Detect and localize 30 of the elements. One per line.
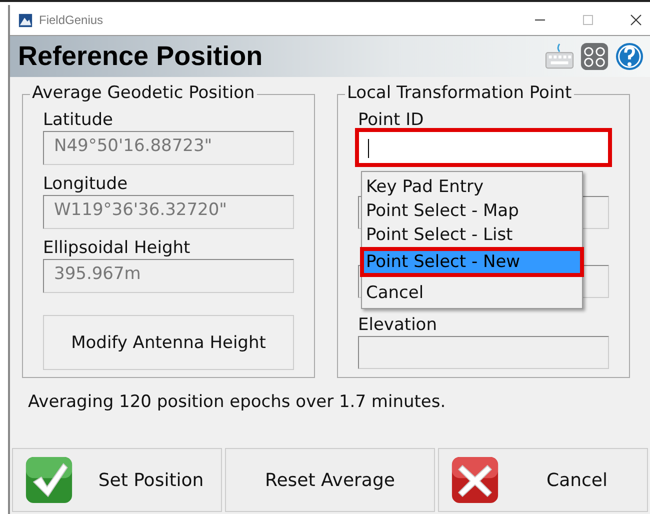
window-title: FieldGenius: [39, 13, 104, 27]
field-label: Point ID: [358, 109, 425, 131]
menu-item[interactable]: Point Select - New: [360, 247, 584, 277]
modify-antenna-button[interactable]: Modify Antenna Height: [43, 315, 294, 370]
input-field[interactable]: 395.967m: [43, 259, 294, 293]
menu-item[interactable]: Cancel: [364, 281, 580, 305]
field-label: Elevation: [358, 314, 438, 336]
status-text: Averaging 120 position epochs over 1.7 minutes.: [28, 392, 447, 412]
action-button[interactable]: Set Position: [12, 448, 222, 512]
field-label: Latitude: [43, 109, 114, 131]
group-title: Average Geodetic Position: [30, 83, 257, 103]
menu-item[interactable]: Key Pad Entry: [364, 175, 580, 199]
help-icon[interactable]: [615, 42, 644, 71]
page-title: Reference Position: [18, 41, 263, 72]
menu-item[interactable]: Point Select - List: [364, 223, 580, 247]
field-label: Longitude: [43, 173, 129, 195]
input-field[interactable]: N49°50'16.88723": [43, 131, 294, 165]
checkmark-icon: [25, 456, 73, 504]
field-label: Ellipsoidal Height: [43, 237, 192, 259]
calculator-icon[interactable]: [580, 42, 609, 71]
input-field[interactable]: [358, 336, 609, 369]
action-button[interactable]: Cancel: [438, 448, 648, 512]
input-field[interactable]: [358, 131, 609, 164]
close-icon[interactable]: [630, 14, 642, 26]
text-cursor: [368, 139, 369, 158]
app-icon: [18, 12, 33, 28]
cancel-x-icon: [451, 456, 499, 504]
input-field[interactable]: W119°36'36.32720": [43, 195, 294, 229]
action-button[interactable]: Reset Average: [225, 448, 435, 512]
menu-item[interactable]: Point Select - Map: [364, 199, 580, 223]
